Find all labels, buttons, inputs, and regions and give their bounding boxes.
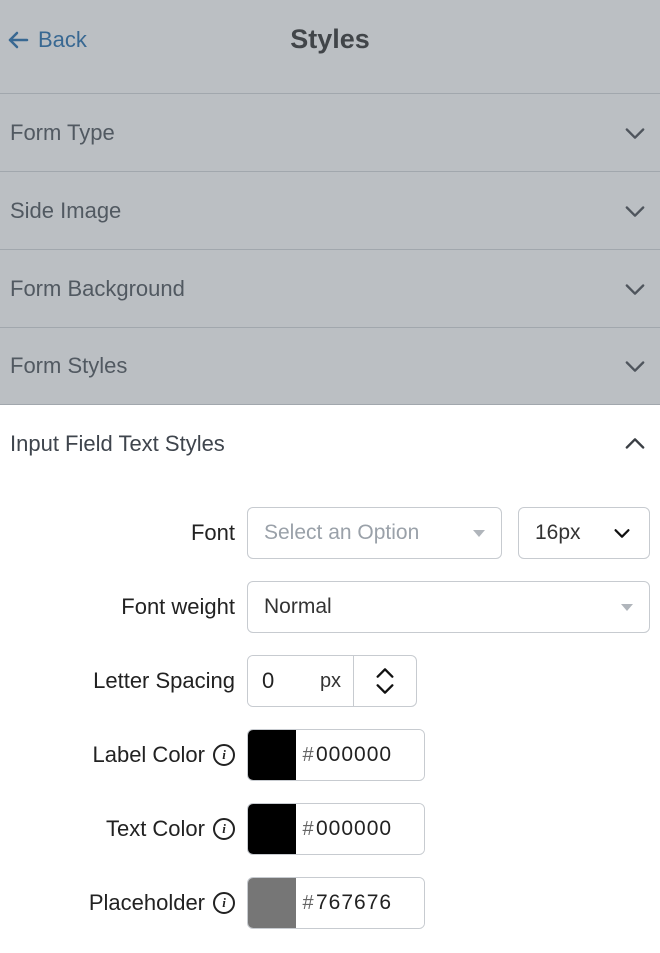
section-input-field-text-styles[interactable]: Input Field Text Styles	[0, 405, 660, 483]
section-label: Side Image	[10, 198, 121, 224]
text-color-swatch[interactable]	[248, 804, 296, 854]
section-label: Form Type	[10, 120, 115, 146]
section-label: Form Styles	[10, 353, 127, 379]
back-label: Back	[38, 27, 87, 53]
label-text: Letter Spacing	[93, 668, 235, 694]
letter-spacing-label: Letter Spacing	[10, 668, 235, 694]
section-label: Input Field Text Styles	[10, 431, 225, 457]
section-form-styles[interactable]: Form Styles	[0, 327, 660, 405]
chevron-down-icon	[374, 681, 396, 697]
font-size-select[interactable]: 16px	[518, 507, 650, 559]
placeholder-color-swatch[interactable]	[248, 878, 296, 928]
label-color-hex-input[interactable]	[314, 730, 424, 780]
chevron-up-icon	[374, 665, 396, 681]
font-select-value: Select an Option	[264, 521, 419, 545]
label-text: Font	[191, 520, 235, 546]
section-label: Form Background	[10, 276, 185, 302]
label-text: Label Color	[92, 742, 205, 768]
arrow-left-icon	[6, 28, 30, 52]
text-color-hex-input[interactable]	[314, 804, 424, 854]
letter-spacing-unit: px	[308, 656, 353, 706]
font-weight-select[interactable]: Normal	[247, 581, 650, 633]
letter-spacing-stepper: px	[247, 655, 417, 707]
font-weight-label: Font weight	[10, 594, 235, 620]
label-text: Font weight	[121, 594, 235, 620]
label-color-swatch[interactable]	[248, 730, 296, 780]
section-form-type[interactable]: Form Type	[0, 93, 660, 171]
section-side-image[interactable]: Side Image	[0, 171, 660, 249]
chevron-up-icon	[620, 429, 650, 459]
font-label: Font	[10, 520, 235, 546]
chevron-down-icon	[620, 351, 650, 381]
row-label-color: Label Color i #	[10, 729, 650, 781]
row-letter-spacing: Letter Spacing px	[10, 655, 650, 707]
font-weight-value: Normal	[264, 595, 332, 619]
letter-spacing-stepper-buttons[interactable]	[353, 656, 416, 706]
placeholder-label: Placeholder i	[10, 890, 235, 916]
section-input-field-text-styles-panel: Input Field Text Styles Font Select an O…	[0, 405, 660, 953]
hash-symbol: #	[296, 878, 314, 928]
row-font-weight: Font weight Normal	[10, 581, 650, 633]
label-color-input: #	[247, 729, 425, 781]
label-text: Text Color	[106, 816, 205, 842]
info-icon[interactable]: i	[213, 892, 235, 914]
chevron-down-icon	[620, 274, 650, 304]
chevron-down-icon	[620, 118, 650, 148]
font-size-value: 16px	[535, 521, 581, 545]
font-select[interactable]: Select an Option	[247, 507, 502, 559]
caret-down-icon	[473, 530, 485, 537]
placeholder-hex-input[interactable]	[314, 878, 424, 928]
info-icon[interactable]: i	[213, 818, 235, 840]
row-text-color: Text Color i #	[10, 803, 650, 855]
text-color-input: #	[247, 803, 425, 855]
back-button[interactable]: Back	[2, 27, 91, 53]
label-text: Placeholder	[89, 890, 205, 916]
chevron-down-icon	[611, 522, 633, 544]
caret-down-icon	[621, 604, 633, 611]
chevron-down-icon	[620, 196, 650, 226]
hash-symbol: #	[296, 730, 314, 780]
placeholder-color-input: #	[247, 877, 425, 929]
row-placeholder-color: Placeholder i #	[10, 877, 650, 929]
panel-header: Back Styles	[0, 0, 660, 93]
page-title: Styles	[290, 24, 370, 55]
info-icon[interactable]: i	[213, 744, 235, 766]
row-font: Font Select an Option 16px	[10, 507, 650, 559]
letter-spacing-input[interactable]	[248, 656, 308, 706]
label-color-label: Label Color i	[10, 742, 235, 768]
hash-symbol: #	[296, 804, 314, 854]
section-form-background[interactable]: Form Background	[0, 249, 660, 327]
text-color-label: Text Color i	[10, 816, 235, 842]
